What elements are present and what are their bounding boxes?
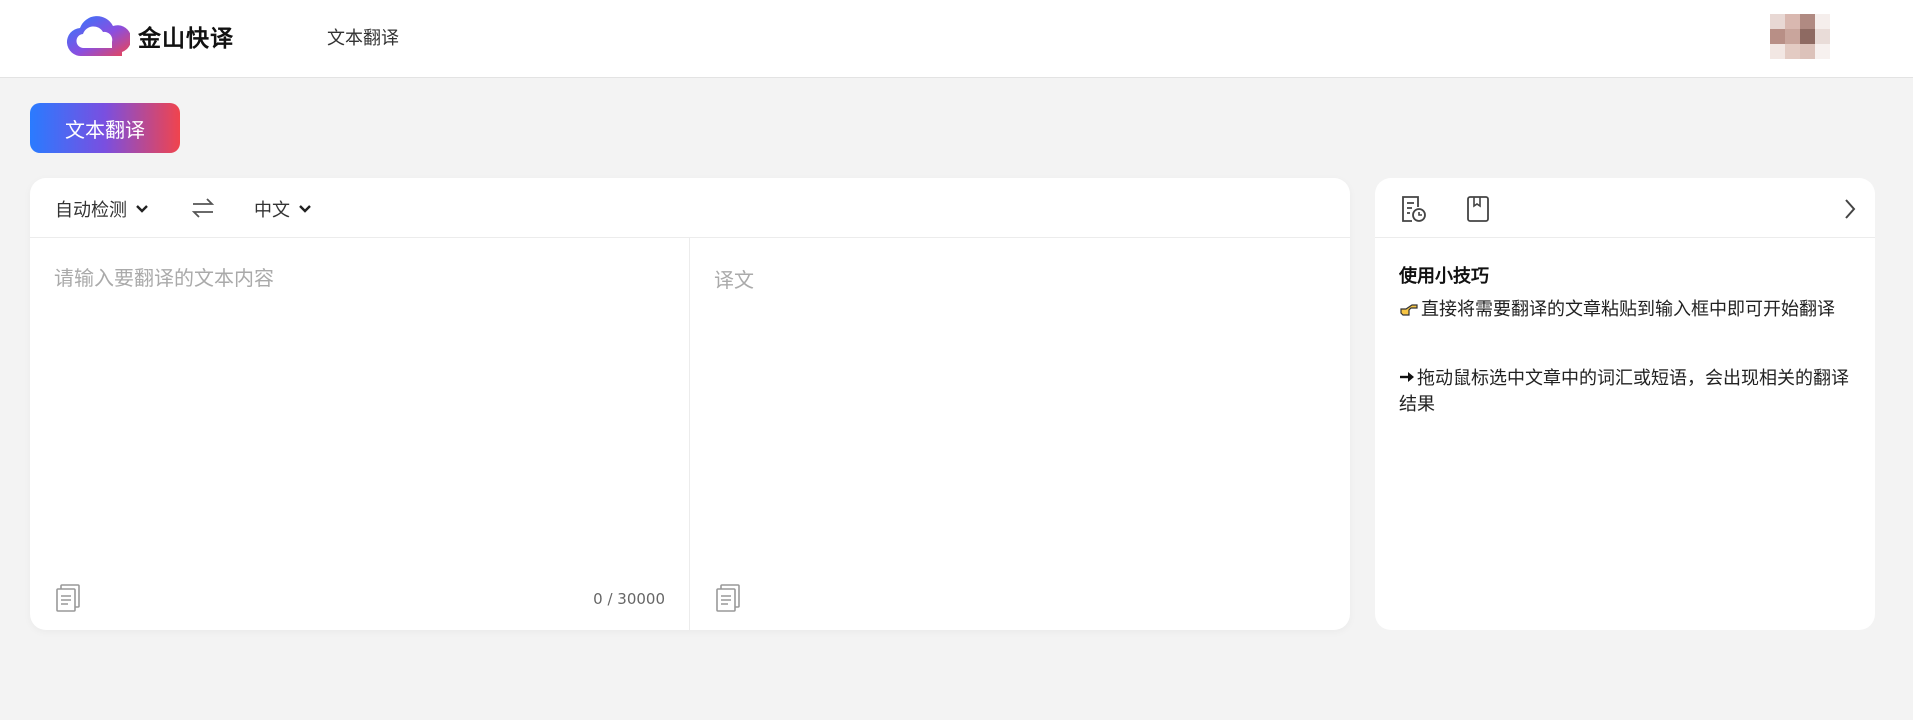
source-pane: 0 / 30000 — [30, 238, 690, 630]
language-toolbar: 自动检测 中文 — [30, 178, 1350, 238]
source-language-select[interactable]: 自动检测 — [55, 196, 149, 222]
history-icon[interactable] — [1399, 194, 1427, 224]
nav-text-translate[interactable]: 文本翻译 — [327, 24, 399, 50]
chevron-right-icon[interactable] — [1843, 198, 1857, 220]
notebook-icon[interactable] — [1464, 194, 1492, 224]
source-text-input[interactable] — [54, 262, 664, 562]
cloud-logo-icon — [66, 16, 130, 57]
tip-item: 直接将需要翻译的文章粘贴到输入框中即可开始翻译 — [1399, 297, 1849, 323]
char-counter: 0 / 30000 — [593, 590, 665, 608]
tip-item: 拖动鼠标选中文章中的词汇或短语，会出现相关的翻译结果 — [1399, 366, 1849, 418]
translator-card: 自动检测 中文 0 / 30000 译文 — [30, 178, 1350, 630]
chevron-down-icon — [136, 205, 148, 213]
tips-toolbar — [1375, 178, 1875, 238]
tips-panel: 使用小技巧 直接将需要翻译的文章粘贴到输入框中即可开始翻译 拖动鼠标选中文章中的… — [1375, 178, 1875, 630]
pointing-hand-icon — [1399, 297, 1419, 323]
target-language-label: 中文 — [254, 200, 290, 221]
logo-text: 金山快译 — [138, 26, 234, 52]
logo[interactable]: 金山快译 — [66, 12, 234, 60]
tips-title: 使用小技巧 — [1399, 266, 1489, 287]
avatar[interactable] — [1770, 14, 1830, 60]
right-arrow-icon — [1399, 366, 1415, 392]
source-language-label: 自动检测 — [55, 200, 127, 221]
tip-text: 直接将需要翻译的文章粘贴到输入框中即可开始翻译 — [1421, 299, 1835, 320]
chevron-down-icon — [299, 205, 311, 213]
swap-languages-icon[interactable] — [190, 195, 216, 221]
top-header: 金山快译 文本翻译 — [0, 0, 1913, 78]
target-pane: 译文 — [690, 238, 1350, 630]
translation-output: 译文 — [714, 268, 754, 292]
copy-icon[interactable] — [714, 583, 742, 613]
tip-text: 拖动鼠标选中文章中的词汇或短语，会出现相关的翻译结果 — [1399, 368, 1849, 415]
paste-icon[interactable] — [54, 583, 82, 613]
target-language-select[interactable]: 中文 — [254, 196, 312, 222]
text-translate-tab[interactable]: 文本翻译 — [30, 103, 180, 153]
